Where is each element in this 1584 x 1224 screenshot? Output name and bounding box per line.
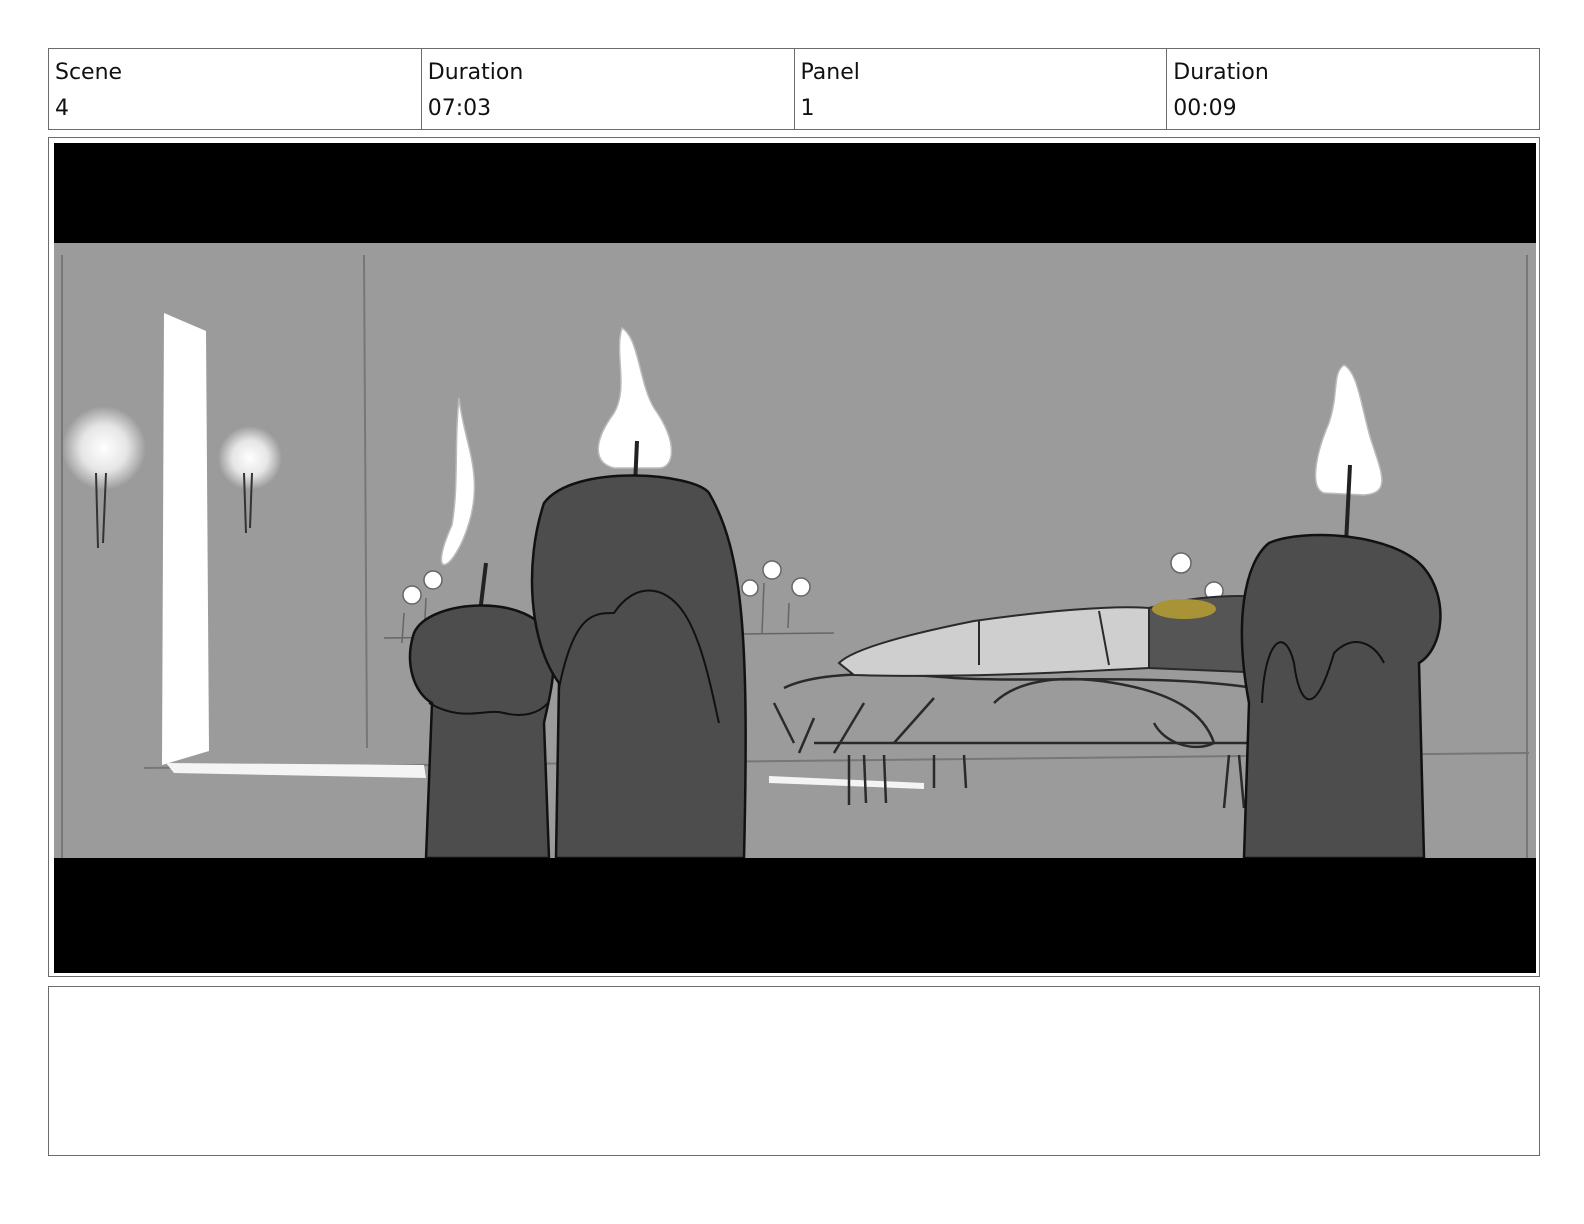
letterbox-bottom (54, 858, 1536, 973)
scene-value: 4 (55, 96, 69, 121)
gold-crown-icon (1152, 599, 1216, 619)
panel-cell: Panel 1 (795, 49, 1168, 129)
panel-label: Panel (800, 60, 860, 85)
storyboard-header: Scene 4 Duration 07:03 Panel 1 Duration … (48, 48, 1540, 130)
scene-label: Scene (55, 60, 123, 85)
panel-duration-value: 00:09 (1173, 96, 1237, 121)
letterbox-top (54, 143, 1536, 243)
scene-cell: Scene 4 (49, 49, 422, 129)
panel-duration-label: Duration (1173, 60, 1269, 85)
panel-sketch (54, 143, 1536, 973)
scene-duration-label: Duration (427, 60, 524, 85)
panel-duration-cell: Duration 00:09 (1167, 49, 1539, 129)
panel-notes-box[interactable] (48, 986, 1540, 1156)
scene-duration-cell: Duration 07:03 (422, 49, 795, 129)
panel-value: 1 (800, 96, 815, 121)
panel-frame (48, 137, 1540, 977)
scene-duration-value: 07:03 (427, 96, 492, 121)
